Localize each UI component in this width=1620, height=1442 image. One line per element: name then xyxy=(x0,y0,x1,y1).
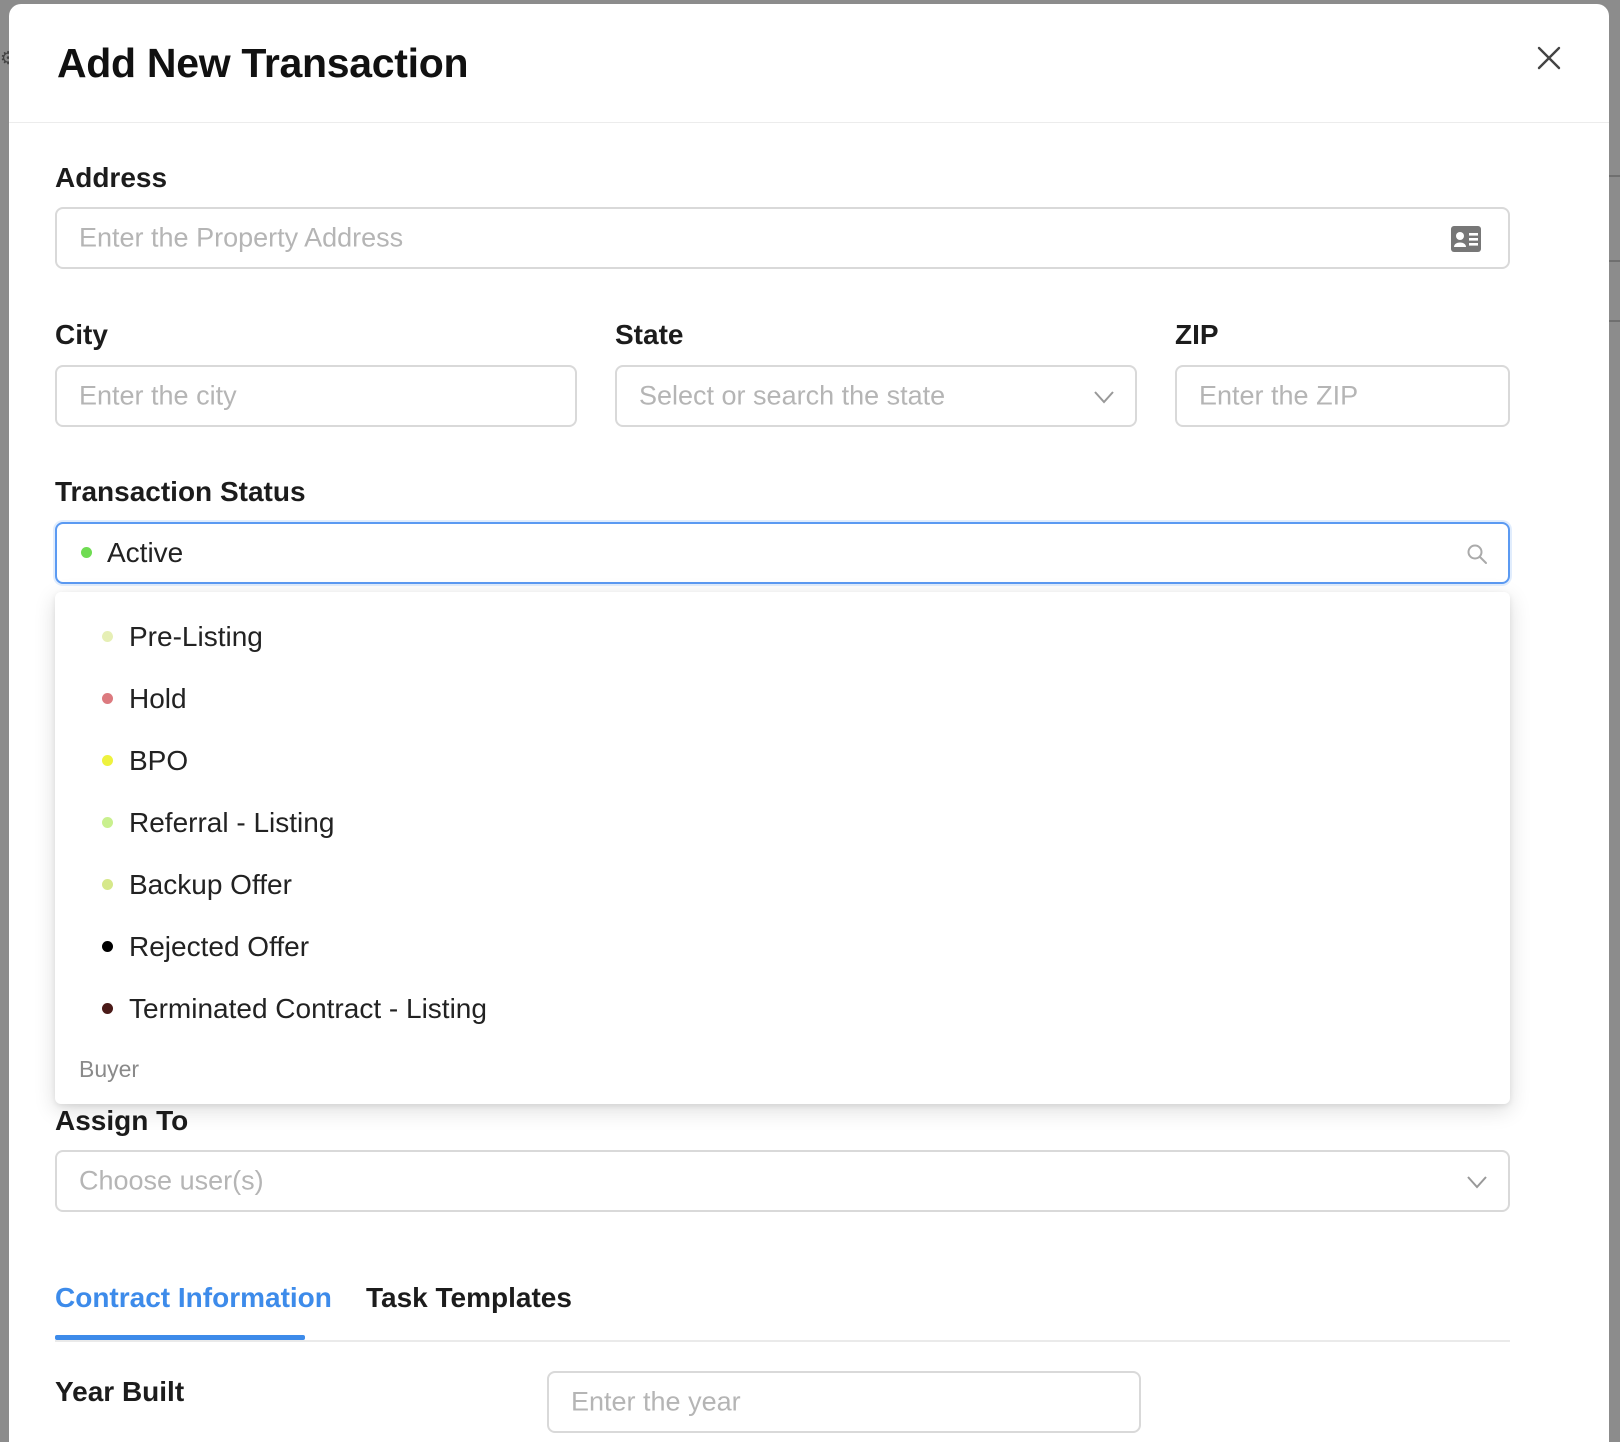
modal-header: Add New Transaction xyxy=(9,4,1609,123)
transaction-status-label: Transaction Status xyxy=(55,476,306,507)
state-select[interactable]: Select or search the state xyxy=(615,365,1137,427)
status-dot-icon xyxy=(102,693,113,704)
status-option-label: Rejected Offer xyxy=(129,931,310,962)
chevron-down-icon xyxy=(1094,391,1114,404)
zip-input[interactable]: Enter the ZIP xyxy=(1175,365,1510,427)
status-dot-icon xyxy=(102,941,113,952)
search-icon xyxy=(1467,544,1487,564)
tabs-divider xyxy=(55,1340,1510,1342)
modal-title: Add New Transaction xyxy=(57,40,469,86)
city-label: City xyxy=(55,319,108,350)
zip-placeholder: Enter the ZIP xyxy=(1199,380,1359,411)
close-button[interactable] xyxy=(1533,42,1565,74)
status-dot-icon xyxy=(102,631,113,642)
city-input[interactable]: Enter the city xyxy=(55,365,577,427)
transaction-status-value: Active xyxy=(107,537,184,568)
status-option-rejected-offer[interactable]: Rejected Offer xyxy=(55,916,1510,978)
zip-label: ZIP xyxy=(1175,319,1219,350)
state-label: State xyxy=(615,319,684,350)
transaction-status-select[interactable]: Active xyxy=(55,522,1510,584)
status-dot-icon xyxy=(102,755,113,766)
state-placeholder: Select or search the state xyxy=(639,380,946,411)
status-option-backup-offer[interactable]: Backup Offer xyxy=(55,854,1510,916)
assign-to-label: Assign To xyxy=(55,1105,189,1136)
address-label: Address xyxy=(55,162,168,193)
close-icon xyxy=(1537,46,1561,70)
status-option-label: Backup Offer xyxy=(129,869,292,900)
transaction-status-dropdown: Pre-Listing Hold BPO Referral - Listing … xyxy=(55,592,1510,1104)
status-dot-icon xyxy=(81,547,92,558)
contact-card-icon[interactable] xyxy=(1450,225,1482,253)
status-option-label: BPO xyxy=(129,745,189,776)
tab-contract-information[interactable]: Contract Information xyxy=(55,1282,332,1314)
status-dot-icon xyxy=(102,879,113,890)
address-placeholder: Enter the Property Address xyxy=(79,222,404,253)
chevron-down-icon xyxy=(1467,1176,1487,1189)
assign-to-placeholder: Choose user(s) xyxy=(79,1165,264,1196)
address-input[interactable]: Enter the Property Address xyxy=(55,207,1510,269)
status-option-pre-listing[interactable]: Pre-Listing xyxy=(55,606,1510,668)
status-option-label: Hold xyxy=(129,683,187,714)
status-option-referral-listing[interactable]: Referral - Listing xyxy=(55,792,1510,854)
status-option-bpo[interactable]: BPO xyxy=(55,730,1510,792)
status-group-label-buyer: Buyer xyxy=(79,1056,140,1082)
status-option-hold[interactable]: Hold xyxy=(55,668,1510,730)
status-option-label: Pre-Listing xyxy=(129,621,263,652)
status-option-terminated-contract-listing[interactable]: Terminated Contract - Listing xyxy=(55,978,1510,1040)
active-tab-indicator xyxy=(55,1335,305,1340)
city-placeholder: Enter the city xyxy=(79,380,237,411)
status-dot-icon xyxy=(102,817,113,828)
status-dot-icon xyxy=(102,1003,113,1014)
add-transaction-modal: Add New Transaction Address Enter the Pr… xyxy=(9,4,1609,1442)
status-option-label: Terminated Contract - Listing xyxy=(129,993,487,1024)
year-built-input[interactable]: Enter the year xyxy=(547,1371,1141,1433)
assign-to-select[interactable]: Choose user(s) xyxy=(55,1150,1510,1212)
year-built-placeholder: Enter the year xyxy=(571,1386,741,1417)
status-option-label: Referral - Listing xyxy=(129,807,335,838)
year-built-label: Year Built xyxy=(55,1376,185,1407)
tab-task-templates[interactable]: Task Templates xyxy=(366,1282,572,1314)
